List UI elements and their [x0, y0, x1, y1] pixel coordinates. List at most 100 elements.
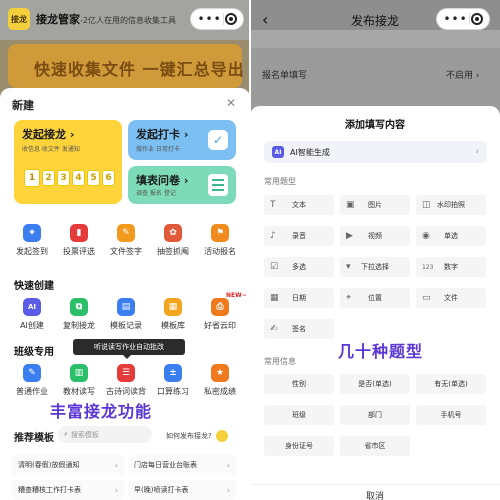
item-poetry[interactable]: ☰ 古诗词读背	[102, 364, 150, 397]
number-tile: 4	[72, 170, 85, 186]
item-sign-in[interactable]: ⌖ 发起签到	[8, 224, 56, 257]
template-item[interactable]: 糟查糟核工作打卡表 ›	[12, 480, 124, 500]
type-watermark-photo[interactable]: ◫ 水印拍照	[416, 195, 486, 215]
type-label: 图片	[368, 201, 382, 209]
info-phone[interactable]: 手机号	[416, 405, 486, 425]
search-icon: ⌕	[64, 430, 68, 438]
chevron-right-icon: ›	[226, 485, 230, 495]
ai-generate-row[interactable]: AI AI智能生成 ›	[264, 141, 487, 163]
type-dropdown[interactable]: ▾ 下拉选择	[340, 257, 410, 277]
type-video[interactable]: ▶ 视频	[340, 226, 410, 246]
copy-icon: ⧉	[70, 298, 88, 316]
text-icon: T	[270, 200, 276, 210]
calendar-icon: ▦	[270, 293, 279, 303]
calculator-icon: ±	[164, 364, 182, 382]
info-gender[interactable]: 性别	[264, 374, 334, 394]
sign-icon: ✍	[270, 324, 278, 334]
checkin-icon: ✓	[208, 130, 228, 150]
item-arithmetic[interactable]: ± 口算练习	[149, 364, 197, 397]
common-info-title: 常用信息	[264, 357, 296, 366]
chevron-right-icon: ›	[475, 147, 479, 157]
cancel-button[interactable]: 取消	[250, 489, 500, 500]
info-region[interactable]: 省市区	[340, 436, 410, 456]
type-text[interactable]: T 文本	[264, 195, 334, 215]
type-image[interactable]: ▣ 图片	[340, 195, 410, 215]
feature-overlay-text: 丰富接龙功能	[50, 402, 153, 421]
type-label: 视频	[368, 232, 382, 240]
mascot-icon	[215, 430, 228, 442]
number-tile: 5	[87, 170, 100, 186]
type-single-choice[interactable]: ◉ 单选	[416, 226, 486, 246]
how-to-publish-link[interactable]: 如何发布接龙?	[166, 430, 228, 442]
number-tile: 2	[42, 170, 55, 186]
item-file-sign[interactable]: ✎ 文件签字	[102, 224, 150, 257]
video-icon: ▶	[346, 231, 353, 241]
item-label: 活动报名	[204, 247, 236, 256]
item-template-record[interactable]: ▤ 模板记录	[102, 298, 150, 331]
template-search-input[interactable]: ⌕ 搜索模板	[58, 426, 152, 443]
info-id-number[interactable]: 身份证号	[264, 436, 334, 456]
item-cloud-print[interactable]: ⎙ 好省云印	[196, 298, 244, 331]
template-item[interactable]: 清明(春假)放假通知 ›	[12, 455, 124, 475]
types-overlay-text: 几十种题型	[338, 342, 424, 361]
chevron-right-icon: ›	[114, 460, 118, 470]
item-label: AI创建	[20, 321, 44, 330]
item-textbook-reading[interactable]: ▥ 教材读写	[55, 364, 103, 397]
item-homework[interactable]: ✎ 普通作业	[8, 364, 56, 397]
ai-generate-label: AI智能生成	[290, 147, 330, 157]
item-copy-relay[interactable]: ⧉ 复制接龙	[55, 298, 103, 331]
info-class[interactable]: 班级	[264, 405, 334, 425]
ai-icon: AI	[272, 146, 284, 158]
type-label: 下拉选择	[361, 263, 389, 271]
type-audio[interactable]: ♪ 录音	[264, 226, 334, 246]
item-event-signup[interactable]: ⚑ 活动报名	[196, 224, 244, 257]
item-lottery[interactable]: ✿ 抽签抓阄	[149, 224, 197, 257]
close-icon[interactable]: ✕	[226, 96, 236, 110]
close-miniprogram-icon[interactable]	[224, 13, 237, 25]
template-item[interactable]: 早(晚)喷读打卡表 ›	[128, 480, 236, 500]
form-card[interactable]: 填表问卷 › 调查 报名 登记	[128, 166, 236, 204]
miniprogram-capsule[interactable]: •••	[190, 8, 244, 30]
capsule-divider	[468, 13, 470, 25]
type-multi-choice[interactable]: ☑ 多选	[264, 257, 334, 277]
info-department[interactable]: 部门	[340, 405, 410, 425]
form-icon-line	[212, 189, 224, 191]
info-yes-no[interactable]: 是否(单选)	[340, 374, 410, 394]
checkin-card[interactable]: 发起打卡 › 做作业 日常打卡 ✓	[128, 120, 236, 160]
miniprogram-capsule[interactable]: •••	[436, 8, 490, 30]
item-private-score[interactable]: ★ 私密成绩	[196, 364, 244, 397]
close-miniprogram-icon[interactable]	[470, 13, 483, 25]
item-label: 投票评选	[63, 247, 95, 256]
type-date[interactable]: ▦ 日期	[264, 288, 334, 308]
item-label: 私密成绩	[204, 387, 236, 396]
type-label: 录音	[292, 232, 306, 240]
type-file[interactable]: ▭ 文件	[416, 288, 486, 308]
type-label: 文件	[444, 294, 458, 302]
lottery-icon: ✿	[164, 224, 182, 242]
ai-icon: AI	[23, 298, 41, 316]
info-have-not[interactable]: 有无(单选)	[416, 374, 486, 394]
banner-text: 快速收集文件 一键汇总导出	[34, 60, 245, 79]
relay-card[interactable]: 发起接龙 › 收信息 收文件 发通知 1 2 3 4 5 6	[14, 120, 122, 204]
type-number[interactable]: 123 数字	[416, 257, 486, 277]
more-icon[interactable]: •••	[197, 13, 221, 25]
template-name: 糟查糟核工作打卡表	[18, 486, 81, 494]
form-card-title: 填表问卷 ›	[136, 174, 189, 187]
item-template-library[interactable]: ▦ 模板库	[149, 298, 197, 331]
right-screen: ‹ 发布接龙 ••• 报名单填写 不启用 › 添加填写内容 AI AI智能生成 …	[250, 0, 500, 500]
more-icon[interactable]: •••	[443, 13, 467, 25]
printer-icon: ⎙	[211, 298, 229, 316]
item-vote[interactable]: ▮ 投票评选	[55, 224, 103, 257]
book-icon: ▥	[70, 364, 88, 382]
template-item[interactable]: 门店每日营业台账表 ›	[128, 455, 236, 475]
form-card-sub: 调查 报名 登记	[136, 190, 176, 197]
item-label: 文件签字	[110, 247, 142, 256]
form-icon-line	[212, 184, 224, 186]
type-label: 位置	[368, 294, 382, 302]
item-ai-create[interactable]: AI AI创建	[8, 298, 56, 331]
sheet-title: 新建	[12, 99, 34, 112]
app-subtitle: -2亿人在用的信息收集工具	[80, 16, 176, 25]
pen-icon: ✎	[117, 224, 135, 242]
type-signature[interactable]: ✍ 签名	[264, 319, 334, 339]
type-location[interactable]: ⌖ 位置	[340, 288, 410, 308]
